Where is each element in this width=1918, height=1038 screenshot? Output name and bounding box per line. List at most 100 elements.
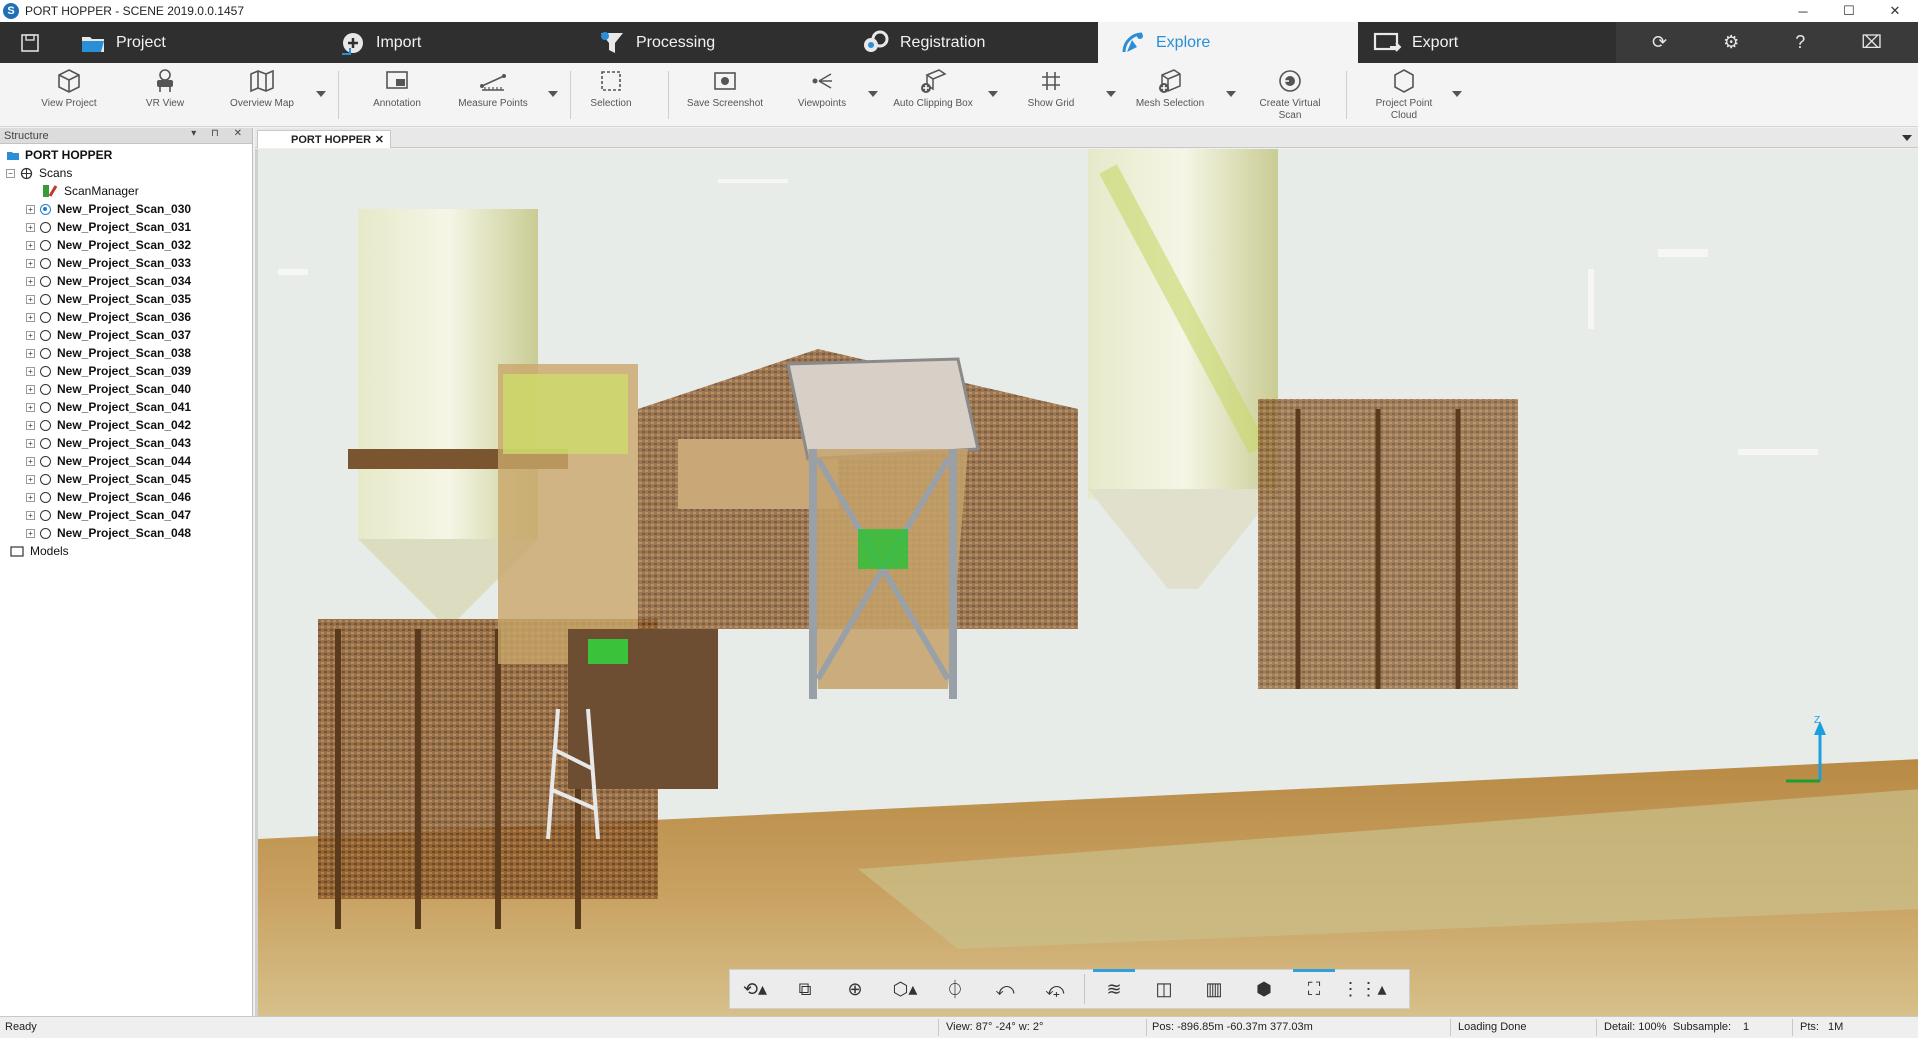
overview-map-dropdown[interactable] bbox=[316, 89, 326, 99]
tab-import[interactable]: Import bbox=[332, 22, 580, 63]
clipping-button[interactable]: ≋ bbox=[1089, 969, 1139, 1009]
camera-icon[interactable]: ⌧ bbox=[1861, 32, 1882, 53]
expand-toggle[interactable]: + bbox=[26, 438, 35, 448]
scan-radio-icon[interactable] bbox=[40, 365, 51, 377]
tab-project[interactable]: Project bbox=[60, 22, 320, 63]
tree-scan-item[interactable]: + New_Project_Scan_031 bbox=[0, 218, 252, 236]
expand-toggle[interactable]: + bbox=[26, 420, 35, 430]
scan-radio-icon[interactable] bbox=[40, 509, 51, 521]
mesh-selection-button[interactable]: Mesh Selection bbox=[1128, 67, 1212, 123]
scan-radio-icon[interactable] bbox=[40, 203, 51, 215]
tree-scan-item[interactable]: + New_Project_Scan_035 bbox=[0, 290, 252, 308]
3d-viewport[interactable]: Z bbox=[255, 149, 1918, 1016]
tree-scan-item[interactable]: + New_Project_Scan_037 bbox=[0, 326, 252, 344]
tree-scans-folder[interactable]: − Scans bbox=[0, 164, 252, 182]
scan-radio-icon[interactable] bbox=[40, 347, 51, 359]
minimize-button[interactable]: ─ bbox=[1780, 0, 1826, 22]
tree-scan-item[interactable]: + New_Project_Scan_041 bbox=[0, 398, 252, 416]
expand-toggle[interactable]: + bbox=[26, 528, 35, 538]
annotation-button[interactable]: Annotation bbox=[362, 67, 432, 123]
expand-toggle[interactable]: + bbox=[26, 276, 35, 286]
vr-view-button[interactable]: VR View bbox=[130, 67, 200, 123]
close-button[interactable]: ✕ bbox=[1872, 0, 1918, 22]
tree-scan-item[interactable]: + New_Project_Scan_048 bbox=[0, 524, 252, 542]
expand-toggle[interactable]: + bbox=[26, 402, 35, 412]
measure-points-button[interactable]: Measure Points bbox=[452, 67, 534, 123]
create-virtual-scan-button[interactable]: Create Virtual Scan bbox=[1248, 67, 1332, 123]
expand-toggle[interactable]: + bbox=[26, 222, 35, 232]
expand-toggle[interactable]: + bbox=[26, 510, 35, 520]
scan-radio-icon[interactable] bbox=[40, 257, 51, 269]
expand-toggle[interactable]: + bbox=[26, 204, 35, 214]
tree-scan-manager[interactable]: ScanManager bbox=[0, 182, 252, 200]
expand-toggle[interactable]: + bbox=[26, 348, 35, 358]
project-point-cloud-button[interactable]: Project Point Cloud bbox=[1362, 67, 1446, 123]
depth-button[interactable]: ▥ bbox=[1189, 969, 1239, 1009]
walk-mode-button[interactable]: ⧉ bbox=[780, 969, 830, 1009]
view-tab-port-hopper[interactable]: PORT HOPPER ✕ bbox=[257, 130, 391, 148]
view-cube-button[interactable]: ⬡▴ bbox=[880, 969, 930, 1009]
view-project-button[interactable]: View Project bbox=[34, 67, 104, 123]
mirror-view-button[interactable]: ◫ bbox=[1139, 969, 1189, 1009]
save-screenshot-button[interactable]: Save Screenshot bbox=[684, 67, 766, 123]
close-tab-icon[interactable]: ✕ bbox=[375, 133, 384, 146]
scan-radio-icon[interactable] bbox=[40, 239, 51, 251]
project-point-cloud-dropdown[interactable] bbox=[1452, 89, 1462, 99]
viewpoints-dropdown[interactable] bbox=[868, 89, 878, 99]
tree-scan-item[interactable]: + New_Project_Scan_038 bbox=[0, 344, 252, 362]
tree-scan-item[interactable]: + New_Project_Scan_032 bbox=[0, 236, 252, 254]
expand-toggle[interactable]: + bbox=[26, 312, 35, 322]
fit-view-button[interactable]: ⛶ bbox=[1289, 969, 1339, 1009]
expand-toggle[interactable]: + bbox=[26, 240, 35, 250]
show-grid-button[interactable]: Show Grid bbox=[1016, 67, 1086, 123]
tree-root[interactable]: PORT HOPPER bbox=[0, 146, 252, 164]
sync-icon[interactable]: ⟳ bbox=[1652, 32, 1667, 53]
scan-radio-icon[interactable] bbox=[40, 293, 51, 305]
zoom-button[interactable]: ⊕ bbox=[830, 969, 880, 1009]
selection-button[interactable]: Selection bbox=[578, 67, 644, 123]
tab-processing[interactable]: Processing bbox=[592, 22, 846, 63]
tab-list-dropdown[interactable] bbox=[1902, 135, 1912, 141]
show-grid-dropdown[interactable] bbox=[1106, 89, 1116, 99]
scan-radio-icon[interactable] bbox=[40, 419, 51, 431]
overview-map-button[interactable]: Overview Map bbox=[226, 67, 298, 123]
orbit-mode-button[interactable]: ⟲▴ bbox=[730, 969, 780, 1009]
tab-explore[interactable]: Explore bbox=[1098, 22, 1358, 63]
expand-toggle[interactable]: + bbox=[26, 384, 35, 394]
expand-toggle[interactable]: + bbox=[26, 330, 35, 340]
scan-radio-icon[interactable] bbox=[40, 221, 51, 233]
auto-clipping-box-button[interactable]: Auto Clipping Box bbox=[888, 67, 978, 123]
maximize-button[interactable]: ☐ bbox=[1826, 0, 1872, 22]
scan-radio-icon[interactable] bbox=[40, 473, 51, 485]
tree-scan-item[interactable]: + New_Project_Scan_047 bbox=[0, 506, 252, 524]
viewpoints-button[interactable]: Viewpoints bbox=[790, 67, 854, 123]
tree-scan-item[interactable]: + New_Project_Scan_043 bbox=[0, 434, 252, 452]
tree-scan-item[interactable]: + New_Project_Scan_039 bbox=[0, 362, 252, 380]
tree-scan-item[interactable]: + New_Project_Scan_046 bbox=[0, 488, 252, 506]
panel-header-buttons[interactable]: ▾ ⊓ ✕ bbox=[191, 128, 248, 139]
fly-mode-button[interactable]: ⤽ bbox=[1030, 969, 1080, 1009]
help-icon[interactable]: ? bbox=[1795, 32, 1805, 53]
gear-icon[interactable]: ⚙ bbox=[1723, 32, 1739, 53]
scan-radio-icon[interactable] bbox=[40, 329, 51, 341]
rotate-axis-button[interactable]: ⏀ bbox=[930, 969, 980, 1009]
scan-radio-icon[interactable] bbox=[40, 455, 51, 467]
measure-points-dropdown[interactable] bbox=[548, 89, 558, 99]
tree-scan-item[interactable]: + New_Project_Scan_033 bbox=[0, 254, 252, 272]
mesh-selection-dropdown[interactable] bbox=[1226, 89, 1236, 99]
scan-radio-icon[interactable] bbox=[40, 311, 51, 323]
expand-toggle[interactable]: + bbox=[26, 294, 35, 304]
tab-registration[interactable]: Registration bbox=[858, 22, 1098, 63]
point-cloud-scene[interactable]: Z bbox=[258, 149, 1918, 1016]
tree-scan-item[interactable]: + New_Project_Scan_034 bbox=[0, 272, 252, 290]
collapse-toggle[interactable]: − bbox=[6, 168, 15, 178]
scan-radio-icon[interactable] bbox=[40, 383, 51, 395]
tree-scan-item[interactable]: + New_Project_Scan_040 bbox=[0, 380, 252, 398]
save-project-button[interactable] bbox=[0, 22, 60, 63]
tree-scan-item[interactable]: + New_Project_Scan_036 bbox=[0, 308, 252, 326]
tree-models-folder[interactable]: Models bbox=[0, 542, 252, 560]
scan-radio-icon[interactable] bbox=[40, 437, 51, 449]
tree-scan-item[interactable]: + New_Project_Scan_045 bbox=[0, 470, 252, 488]
auto-clipping-box-dropdown[interactable] bbox=[988, 89, 998, 99]
scan-radio-icon[interactable] bbox=[40, 491, 51, 503]
